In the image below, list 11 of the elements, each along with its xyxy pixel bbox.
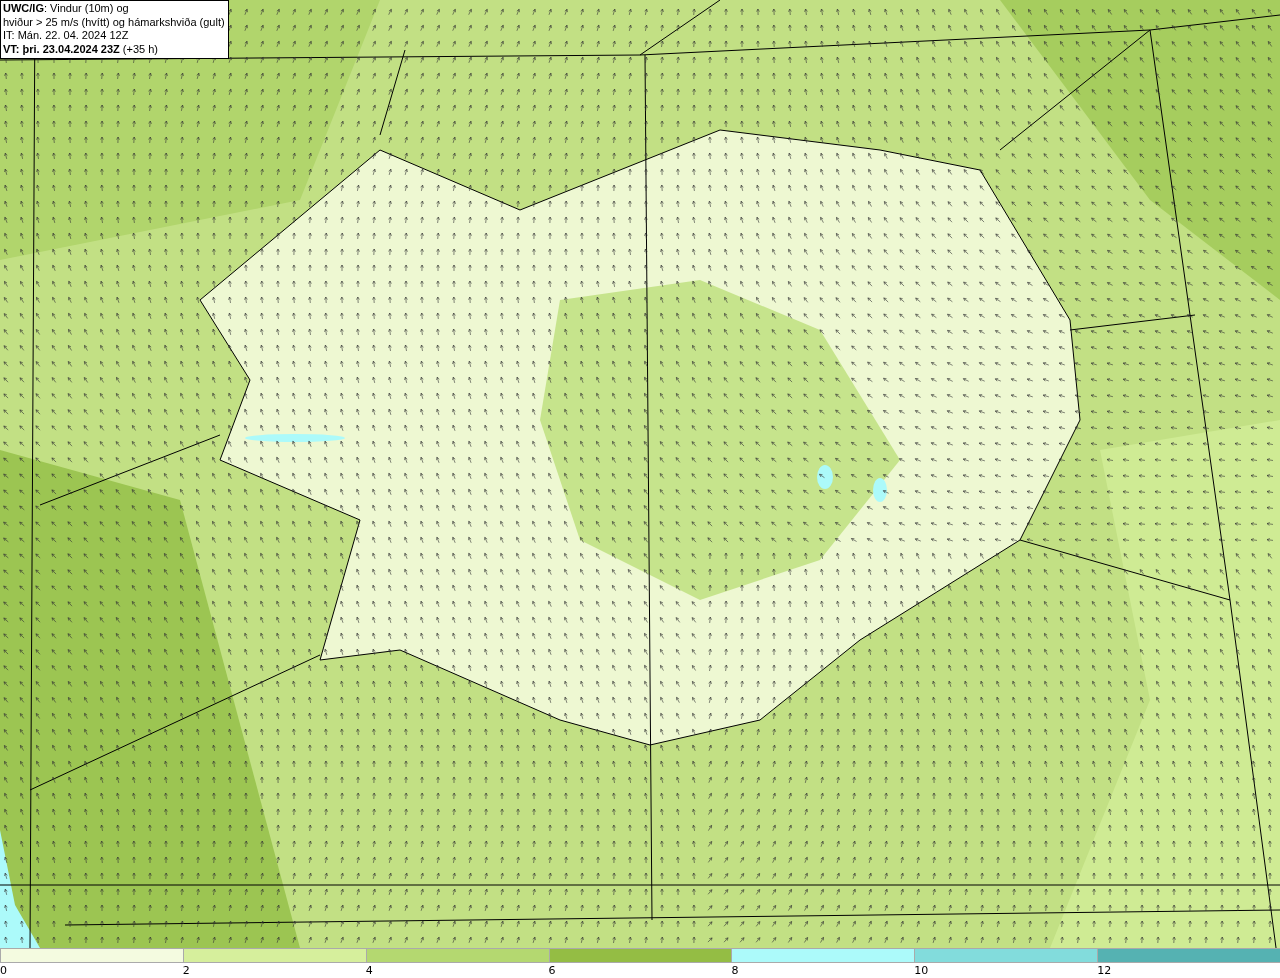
info-text: VT: þri. 23.04.2024 23Z (+35 h) <box>3 42 159 56</box>
scale-label: 10 <box>914 963 929 978</box>
scale-label: 6 <box>548 963 556 978</box>
info-text: IT: Mán. 22. 04. 2024 12Z <box>3 29 130 43</box>
scale-label: 0 <box>0 963 7 978</box>
scale-label: 2 <box>182 963 190 978</box>
info-text: hviður > 25 m/s (hvítt) og hámarkshviða (gult) <box>3 15 225 29</box>
info-text: UWC/IG: Vindur (10m) og <box>3 2 130 16</box>
scale-label: 12 <box>1097 963 1112 978</box>
scale-label: 8 <box>731 963 739 978</box>
scale-label: 4 <box>365 963 373 978</box>
